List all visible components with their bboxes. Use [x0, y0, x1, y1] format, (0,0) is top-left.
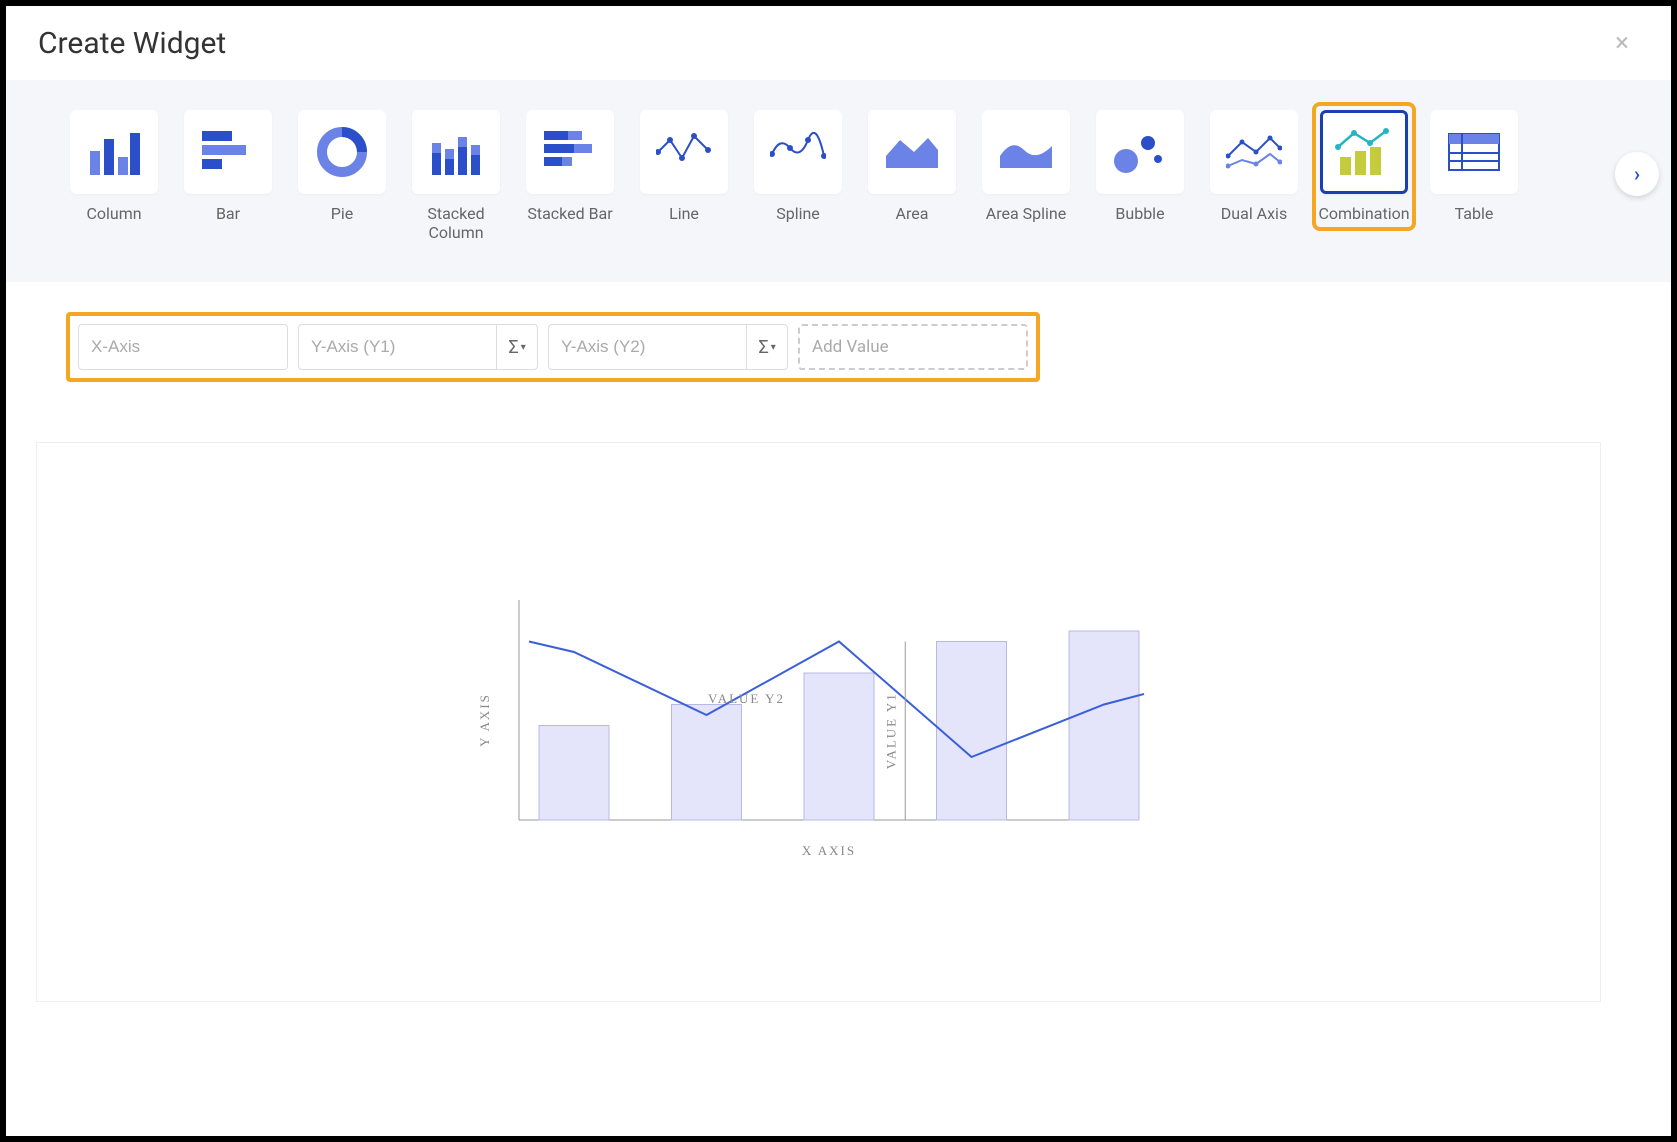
- chart-type-bar[interactable]: Bar: [180, 110, 276, 223]
- chart-type-dual-axis[interactable]: Dual Axis: [1206, 110, 1302, 223]
- combination-chart-icon: [1320, 110, 1408, 194]
- chart-preview-panel: Y AXIS X AXIS VALUE Y2 VALUE Y1: [36, 442, 1601, 1002]
- x-axis-input[interactable]: [79, 325, 287, 369]
- chart-type-combination[interactable]: Combination: [1316, 106, 1412, 227]
- column-chart-icon: [70, 110, 158, 194]
- chart-type-table[interactable]: Table: [1426, 110, 1522, 223]
- chart-preview: Y AXIS X AXIS VALUE Y2 VALUE Y1: [459, 570, 1179, 874]
- chart-type-stacked-column[interactable]: Stacked Column: [408, 110, 504, 242]
- area-chart-icon: [868, 110, 956, 194]
- chart-type-line[interactable]: Line: [636, 110, 732, 223]
- y2-axis-input[interactable]: [549, 325, 746, 369]
- y1-axis-field[interactable]: Σ ▾: [298, 324, 538, 370]
- chart-type-spline[interactable]: Spline: [750, 110, 846, 223]
- modal-title: Create Widget: [38, 26, 226, 61]
- caret-down-icon: ▾: [521, 342, 526, 353]
- chart-type-strip: Column Bar Pie: [6, 80, 1671, 282]
- create-widget-modal: Create Widget × Column: [0, 0, 1677, 1142]
- stacked-bar-chart-icon: [526, 110, 614, 194]
- modal-header: Create Widget ×: [6, 6, 1671, 80]
- line-chart-icon: [640, 110, 728, 194]
- chart-type-area[interactable]: Area: [864, 110, 960, 223]
- chart-type-pie[interactable]: Pie: [294, 110, 390, 223]
- x-axis-label: X AXIS: [801, 843, 855, 858]
- table-chart-icon: [1430, 110, 1518, 194]
- close-button[interactable]: ×: [1605, 24, 1639, 62]
- pie-chart-icon: [298, 110, 386, 194]
- chart-type-stacked-bar[interactable]: Stacked Bar: [522, 110, 618, 223]
- bubble-chart-icon: [1096, 110, 1184, 194]
- scroll-right-button[interactable]: ›: [1615, 152, 1659, 196]
- y1-axis-input[interactable]: [299, 325, 496, 369]
- y2-axis-field[interactable]: Σ ▾: [548, 324, 788, 370]
- chart-type-area-spline[interactable]: Area Spline: [978, 110, 1074, 223]
- chart-type-column[interactable]: Column: [66, 110, 162, 223]
- y2-aggregate-button[interactable]: Σ ▾: [746, 325, 787, 369]
- spline-chart-icon: [754, 110, 842, 194]
- value-y1-label: VALUE Y1: [883, 693, 898, 770]
- dual-axis-chart-icon: [1210, 110, 1298, 194]
- bar-chart-icon: [184, 110, 272, 194]
- area-spline-chart-icon: [982, 110, 1070, 194]
- axis-config-row: Σ ▾ Σ ▾ Add Value: [66, 312, 1040, 382]
- stacked-column-chart-icon: [412, 110, 500, 194]
- x-axis-field[interactable]: [78, 324, 288, 370]
- sigma-icon: Σ: [508, 337, 518, 358]
- chart-type-bubble[interactable]: Bubble: [1092, 110, 1188, 223]
- y1-aggregate-button[interactable]: Σ ▾: [496, 325, 537, 369]
- value-y2-label: VALUE Y2: [707, 691, 784, 706]
- sigma-icon: Σ: [758, 337, 768, 358]
- chevron-right-icon: ›: [1634, 162, 1640, 186]
- add-value-button[interactable]: Add Value: [798, 324, 1028, 370]
- caret-down-icon: ▾: [771, 342, 776, 353]
- y-axis-label: Y AXIS: [477, 693, 492, 747]
